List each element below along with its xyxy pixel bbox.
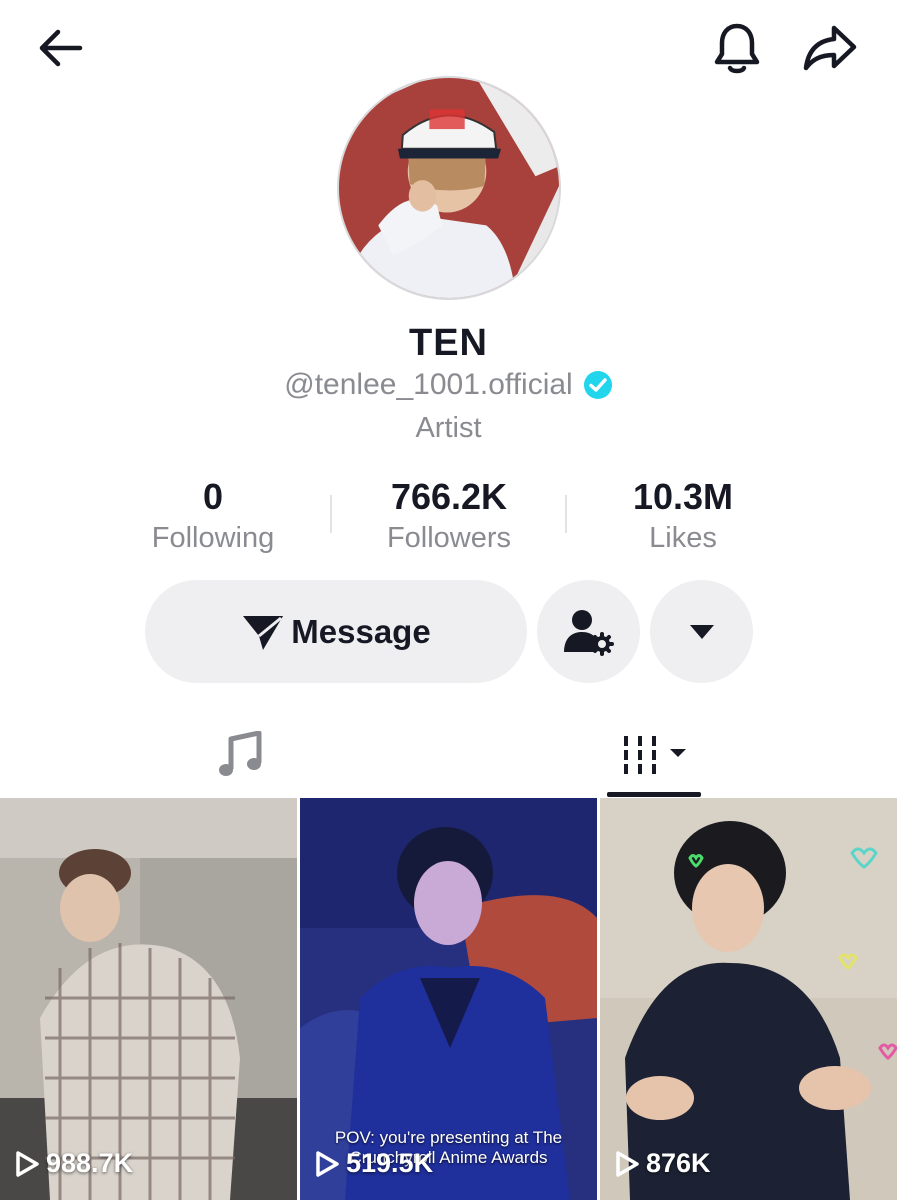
video-thumbnail[interactable]: POV: you're presenting at The Crunchyrol… (300, 798, 597, 1200)
caret-down-icon (689, 624, 714, 639)
message-label: Message (291, 612, 431, 650)
video-thumbnail[interactable]: 988.7K (0, 798, 297, 1200)
followers-stat[interactable]: 766.2K Followers (349, 474, 549, 556)
play-icon (316, 1150, 339, 1177)
arrow-left-icon (39, 29, 83, 67)
likes-label: Likes (649, 522, 717, 554)
likes-count: 10.3M (632, 476, 734, 517)
avatar[interactable] (337, 76, 561, 300)
back-button[interactable] (30, 18, 90, 78)
user-settings-icon (563, 609, 614, 656)
tab-music[interactable] (150, 712, 330, 798)
notification-button[interactable] (707, 18, 767, 78)
message-button[interactable]: Message (145, 580, 527, 683)
share-button[interactable] (800, 18, 860, 78)
music-note-icon (219, 731, 262, 776)
display-name: TEN (409, 322, 488, 364)
video-cover-image (0, 798, 297, 1200)
following-count: 0 (202, 476, 224, 517)
video-thumbnail[interactable]: 876K (600, 798, 897, 1200)
stat-divider (565, 495, 567, 533)
username-handle: @tenlee_1001.official (284, 368, 573, 401)
likes-stat[interactable]: 10.3M Likes (583, 474, 783, 556)
share-arrow-icon (803, 25, 857, 71)
view-count-text: 519.5K (346, 1148, 434, 1178)
following-label: Following (151, 522, 275, 554)
view-count: 988.7K (14, 1148, 133, 1179)
followers-count: 766.2K (390, 476, 508, 517)
bio-text: Artist (415, 412, 482, 444)
play-icon (616, 1150, 639, 1177)
tab-videos[interactable] (560, 712, 750, 798)
profile-page: TEN @tenlee_1001.official Artist 0 Follo… (0, 0, 897, 1200)
view-count: 876K (614, 1148, 711, 1179)
following-stat[interactable]: 0 Following (113, 474, 313, 556)
video-grid: 988.7K POV: you're presenting at The Cru… (0, 798, 897, 1200)
stat-divider (330, 495, 332, 533)
view-count: 519.5K (314, 1148, 433, 1179)
handle-row: @tenlee_1001.official (0, 368, 897, 402)
view-count-text: 988.7K (46, 1148, 134, 1178)
send-icon (243, 615, 284, 650)
grid-filter-icon (624, 736, 686, 774)
active-tab-indicator (607, 792, 701, 797)
more-options-button[interactable] (650, 580, 753, 683)
avatar-photo (339, 78, 559, 298)
profile-stats: 0 Following 766.2K Followers 10.3M Likes (0, 474, 897, 564)
bell-icon (714, 23, 760, 74)
view-count-text: 876K (646, 1148, 711, 1178)
friend-settings-button[interactable] (537, 580, 640, 683)
video-cover-image (600, 798, 897, 1200)
play-icon (16, 1150, 39, 1177)
verified-badge-icon (583, 371, 612, 399)
followers-label: Followers (386, 522, 512, 554)
